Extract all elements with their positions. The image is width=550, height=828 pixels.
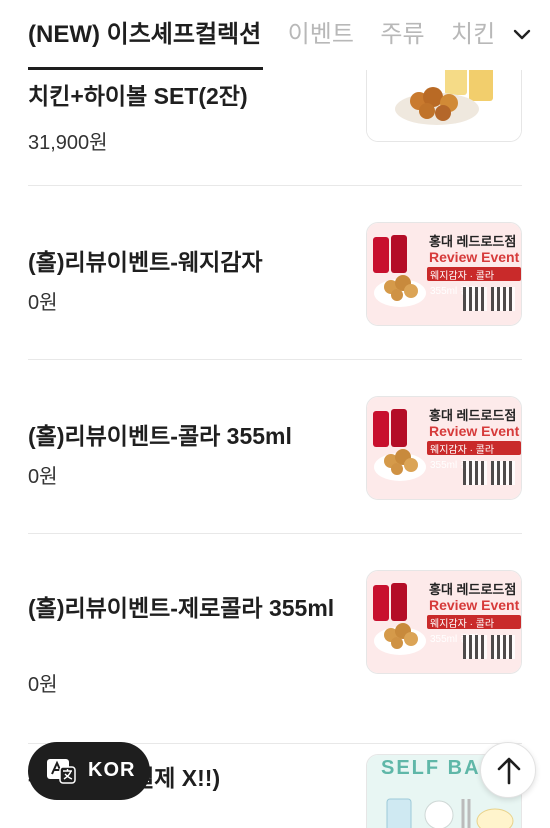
menu-item-image: 홍대 레드로드점 Review Event 웨지감자 · 콜라 355ml 증정 (366, 570, 522, 674)
review-event-card: 홍대 레드로드점 Review Event 웨지감자 · 콜라 355ml 증정 (367, 571, 521, 673)
event-title: Review Event (429, 597, 520, 613)
event-store-name: 홍대 레드로드점 (429, 408, 517, 423)
qr-code-icon (491, 287, 515, 311)
menu-item-name: 치킨+하이볼 SET(2잔) (28, 83, 248, 109)
wedge-potato-icon (374, 623, 426, 655)
event-offer: 웨지감자 · 콜라 355ml 증정 (427, 267, 521, 297)
language-button[interactable]: KOR (28, 742, 150, 800)
menu-item-image (366, 64, 522, 142)
qr-code-icon (463, 461, 487, 485)
event-title: Review Event (429, 249, 520, 265)
category-tab-bar: (NEW) 이츠셰프컬렉션 이벤트 주류 치킨 (0, 0, 550, 70)
event-offer: 웨지감자 · 콜라 355ml 증정 (427, 441, 521, 471)
language-label: KOR (88, 759, 136, 781)
qr-code-icon (463, 635, 487, 659)
menu-list: 치킨+하이볼 SET(2잔) 31,900원 (홀)리뷰이벤트-웨지감자 0원 (0, 64, 550, 828)
menu-item[interactable]: (홀)리뷰이벤트-콜라 355ml 0원 홍대 레드로드점 Review Eve… (28, 360, 522, 534)
review-event-card: 홍대 레드로드점 Review Event 웨지감자 · 콜라 355ml 증정 (367, 223, 521, 325)
wedge-potato-icon (374, 275, 426, 307)
tab-new-eatschef-collection[interactable]: (NEW) 이츠셰프컬렉션 (28, 0, 264, 70)
arrow-up-icon (497, 757, 521, 785)
menu-item-name: (홀)리뷰이벤트-웨지감자 (28, 249, 263, 275)
menu-item[interactable]: (홀)리뷰이벤트-제로콜라 355ml 0원 홍대 레드로드점 Review E… (28, 534, 522, 744)
event-store-name: 홍대 레드로드점 (429, 234, 517, 249)
menu-item-name: (홀)리뷰이벤트-콜라 355ml (28, 423, 292, 449)
qr-code-icon (463, 287, 487, 311)
self-bar-title: SELF BA (381, 757, 481, 779)
menu-item-image: 홍대 레드로드점 Review Event 웨지감자 · 콜라 355ml 증정 (366, 396, 522, 500)
category-tabs: (NEW) 이츠셰프컬렉션 이벤트 주류 치킨 (28, 0, 498, 70)
self-bar-items-icon (386, 798, 514, 828)
menu-item-name: (홀)리뷰이벤트-제로콜라 355ml (28, 595, 335, 621)
wedge-potato-icon (374, 449, 426, 481)
menu-item[interactable]: 치킨+하이볼 SET(2잔) 31,900원 (28, 64, 522, 186)
menu-item-image: 홍대 레드로드점 Review Event 웨지감자 · 콜라 355ml 증정 (366, 222, 522, 326)
event-title: Review Event (429, 423, 520, 439)
menu-item-price: 0원 (28, 292, 58, 314)
tab-chicken[interactable]: 치킨 (451, 0, 495, 70)
event-store-name: 홍대 레드로드점 (429, 582, 517, 597)
menu-item[interactable]: (홀)리뷰이벤트-웨지감자 0원 홍대 레드로드점 Review Event 웨… (28, 186, 522, 360)
menu-item-price: 0원 (28, 674, 58, 696)
event-offer: 웨지감자 · 콜라 355ml 증정 (427, 615, 521, 645)
scroll-to-top-button[interactable] (480, 742, 536, 798)
tab-liquor[interactable]: 주류 (380, 0, 424, 70)
tab-event[interactable]: 이벤트 (288, 0, 354, 70)
qr-code-icon (491, 461, 515, 485)
menu-item-price: 31,900원 (28, 132, 108, 154)
menu-item-price: 0원 (28, 466, 58, 488)
qr-code-icon (491, 635, 515, 659)
translate-icon (47, 759, 76, 784)
chevron-down-icon[interactable] (510, 22, 534, 46)
review-event-card: 홍대 레드로드점 Review Event 웨지감자 · 콜라 355ml 증정 (367, 397, 521, 499)
